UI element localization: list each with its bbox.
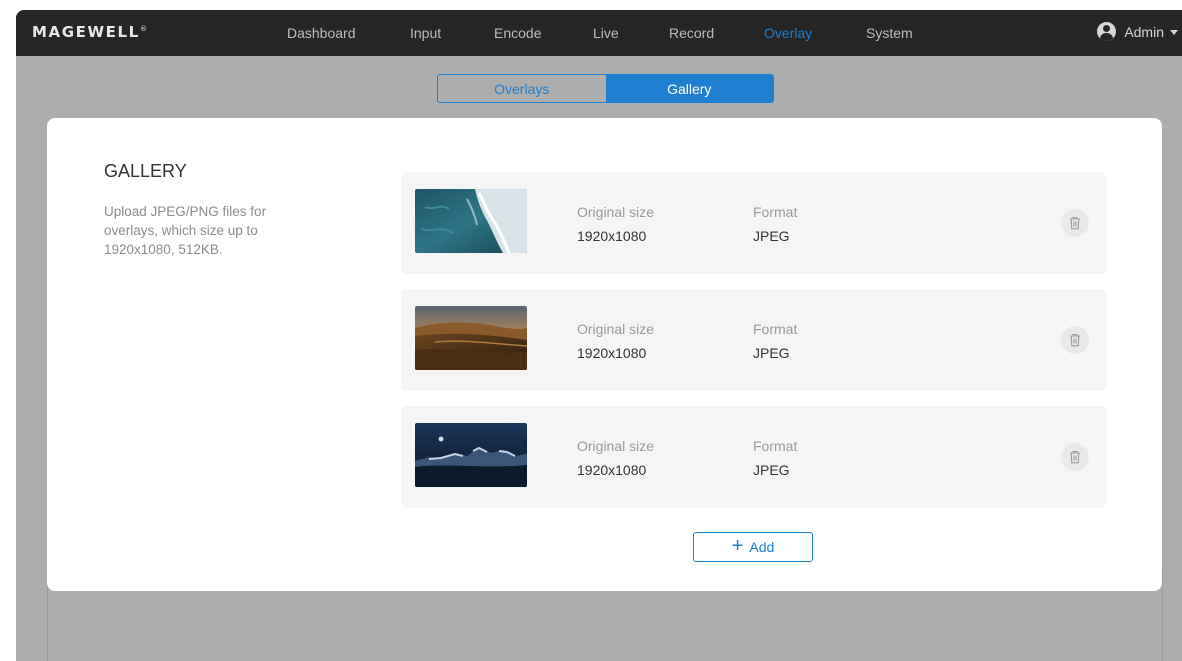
delete-button[interactable] [1061, 326, 1089, 354]
delete-button[interactable] [1061, 443, 1089, 471]
nav-dashboard[interactable]: Dashboard [287, 25, 356, 41]
overlay-view-tabs: Overlays Gallery [437, 74, 774, 103]
user-menu[interactable]: Admin [1097, 22, 1178, 41]
plus-icon: + [731, 535, 744, 557]
format-label: Format [753, 438, 798, 454]
gallery-item: Original size 1920x1080 Format JPEG [401, 289, 1106, 391]
trash-icon [1070, 216, 1080, 230]
trash-icon [1070, 450, 1080, 464]
night-mountains-thumbnail [415, 423, 527, 487]
format-label: Format [753, 321, 798, 337]
original-size-value: 1920x1080 [577, 462, 647, 478]
format-value: JPEG [753, 462, 790, 478]
gallery-title: GALLERY [104, 161, 187, 181]
nav-input[interactable]: Input [410, 25, 441, 41]
ocean-waves-thumbnail [415, 189, 527, 253]
original-size-value: 1920x1080 [577, 345, 647, 361]
format-value: JPEG [753, 345, 790, 361]
trash-icon [1070, 333, 1080, 347]
caret-down-icon [1170, 30, 1178, 35]
gallery-item: Original size 1920x1080 Format JPEG [401, 406, 1106, 508]
nav-encode[interactable]: Encode [494, 25, 541, 41]
add-button-label: Add [749, 539, 775, 555]
desert-dunes-thumbnail [415, 306, 527, 370]
nav-record[interactable]: Record [669, 25, 714, 41]
app-window: MAGEWELL® Dashboard Input Encode Live Re… [16, 10, 1182, 661]
user-name: Admin [1124, 23, 1164, 40]
format-value: JPEG [753, 228, 790, 244]
format-label: Format [753, 204, 798, 220]
brand-logo[interactable]: MAGEWELL® [32, 23, 147, 41]
brand-name: MAGEWELL [32, 23, 140, 41]
gallery-card: GALLERY Upload JPEG/PNG files for overla… [47, 118, 1162, 591]
top-navigation-bar: MAGEWELL® Dashboard Input Encode Live Re… [16, 10, 1182, 56]
tab-gallery[interactable]: Gallery [605, 75, 773, 102]
nav-overlay[interactable]: Overlay [764, 25, 812, 41]
gallery-item: Original size 1920x1080 Format JPEG [401, 172, 1106, 274]
nav-live[interactable]: Live [593, 25, 619, 41]
original-size-value: 1920x1080 [577, 228, 647, 244]
original-size-label: Original size [577, 321, 655, 337]
nav-system[interactable]: System [866, 25, 913, 41]
brand-registered-mark: ® [139, 25, 147, 33]
original-size-label: Original size [577, 204, 655, 220]
original-size-label: Original size [577, 438, 655, 454]
tab-overlays[interactable]: Overlays [438, 75, 606, 102]
delete-button[interactable] [1061, 209, 1089, 237]
user-avatar-icon [1097, 22, 1117, 41]
add-image-button[interactable]: + Add [693, 532, 813, 562]
gallery-description: Upload JPEG/PNG files for overlays, whic… [104, 204, 267, 257]
